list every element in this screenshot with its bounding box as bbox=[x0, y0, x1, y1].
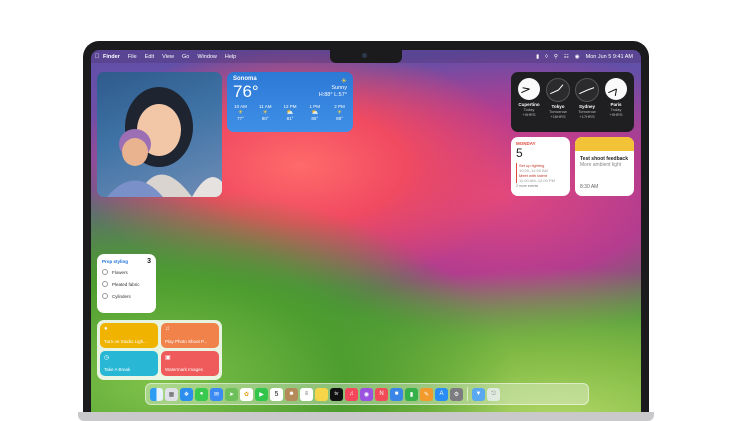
note-subtitle: More ambient light bbox=[580, 162, 622, 168]
clock-tokyo: Tokyo Tomorrow +16HRS bbox=[544, 78, 572, 119]
news-icon[interactable]: N bbox=[375, 387, 388, 401]
timer-icon: ◷ bbox=[104, 355, 110, 361]
pages-icon[interactable]: ✎ bbox=[420, 387, 433, 401]
notes-widget[interactable]: Test shoot feedback More ambient light 8… bbox=[575, 137, 634, 196]
shortcut-take-a-break[interactable]: ◷ Take A Break bbox=[100, 351, 158, 376]
clock-face bbox=[518, 78, 540, 100]
safari-icon[interactable]: ❖ bbox=[180, 387, 193, 401]
world-clock-widget[interactable]: Cupertino Today +0HRS Tokyo Tomorrow +16… bbox=[511, 72, 634, 132]
menu-finder[interactable]: Finder bbox=[103, 54, 120, 60]
reminders-icon[interactable]: ≡ bbox=[300, 387, 313, 401]
photo-icon: ▣ bbox=[165, 355, 171, 361]
weather-temperature: 76° bbox=[233, 82, 259, 101]
menu-help[interactable]: Help bbox=[225, 54, 236, 60]
tv-icon[interactable]: tv bbox=[330, 387, 343, 401]
checkbox-icon[interactable] bbox=[102, 281, 108, 287]
checkbox-icon[interactable] bbox=[102, 293, 108, 299]
mail-icon[interactable]: ✉ bbox=[210, 387, 223, 401]
weather-hour: 10 AM ☀ 77° bbox=[231, 104, 250, 122]
checkbox-icon[interactable] bbox=[102, 269, 108, 275]
weather-hour: 12 PM ⛅ 81° bbox=[281, 104, 300, 122]
messages-icon[interactable]: ● bbox=[195, 387, 208, 401]
search-icon[interactable]: ⚲ bbox=[554, 54, 558, 60]
notes-header bbox=[575, 137, 634, 151]
portrait-photo bbox=[107, 87, 222, 197]
menu-view[interactable]: View bbox=[162, 54, 174, 60]
downloads-folder-icon[interactable]: ▼ bbox=[472, 387, 485, 401]
maps-icon[interactable]: ➤ bbox=[225, 387, 238, 401]
music-note-icon: ♫ bbox=[165, 326, 170, 332]
launchpad-icon[interactable]: ▦ bbox=[165, 387, 178, 401]
dock-separator bbox=[467, 387, 468, 401]
sun-icon: ☀ bbox=[340, 78, 347, 85]
reminder-item[interactable]: Pleated fabric bbox=[102, 281, 140, 287]
calendar-widget[interactable]: MONDAY 5 Set up lighting 10:00–11:00 AM … bbox=[511, 137, 570, 196]
reminder-item[interactable]: Cylinders bbox=[102, 293, 131, 299]
control-center-icon[interactable]: ☷ bbox=[564, 54, 569, 60]
note-time: 8:30 AM bbox=[580, 184, 599, 190]
calendar-icon[interactable]: 5 bbox=[270, 387, 283, 401]
apple-icon[interactable]:  bbox=[91, 54, 103, 60]
clock-cupertino: Cupertino Today +0HRS bbox=[515, 78, 543, 119]
weather-hour: 11 AM ☀ 80° bbox=[256, 104, 275, 122]
calendar-more-events: 2 more events bbox=[516, 184, 539, 188]
shortcut-studio-lights[interactable]: ● Turn on Studio Ligh... bbox=[100, 323, 158, 348]
reminders-title: Prop styling bbox=[102, 259, 129, 264]
menu-go[interactable]: Go bbox=[182, 54, 189, 60]
weather-condition: Sunny bbox=[331, 85, 347, 91]
weather-hour: 1 PM ⛅ 85° bbox=[305, 104, 324, 122]
camera-notch bbox=[330, 50, 402, 63]
weather-hilo: H:88° L:57° bbox=[318, 92, 347, 98]
reminders-count: 3 bbox=[147, 258, 151, 265]
contacts-icon[interactable]: ☻ bbox=[285, 387, 298, 401]
menu-clock[interactable]: Mon Jun 5 9:41 AM bbox=[586, 54, 633, 60]
clock-face bbox=[605, 78, 627, 100]
menu-file[interactable]: File bbox=[128, 54, 137, 60]
wifi-icon[interactable]: ◊ bbox=[545, 54, 548, 60]
siri-icon[interactable]: ◉ bbox=[575, 54, 580, 60]
calendar-event[interactable]: Meet with talent 11:00 AM–12:00 PM bbox=[516, 173, 567, 183]
notes-icon[interactable] bbox=[315, 387, 328, 401]
clock-paris: Paris Today +9HRS bbox=[602, 78, 630, 119]
shortcut-photo-playlist[interactable]: ♫ Play Photo Shoot P... bbox=[161, 323, 219, 348]
app-store-icon[interactable]: A bbox=[435, 387, 448, 401]
podcasts-icon[interactable]: ◉ bbox=[360, 387, 373, 401]
reminder-item[interactable]: Flowers bbox=[102, 269, 128, 275]
menu-window[interactable]: Window bbox=[197, 54, 217, 60]
calendar-daynum: 5 bbox=[516, 146, 523, 160]
battery-icon[interactable]: ▮ bbox=[536, 54, 539, 60]
weather-widget[interactable]: Sonoma 76° ☀ Sunny H:88° L:57° 10 AM ☀ 7… bbox=[227, 72, 353, 132]
shortcut-watermark-images[interactable]: ▣ Watermark Images bbox=[161, 351, 219, 376]
weather-hourly: 10 AM ☀ 77° 11 AM ☀ 80° 12 PM ⛅ 81° 1 PM… bbox=[231, 104, 349, 122]
facetime-icon[interactable]: ▶ bbox=[255, 387, 268, 401]
dock: ▦ ❖ ● ✉ ➤ ✿ ▶ 5 ☻ ≡ tv ♫ ◉ N ■ ▮ ✎ A ⚙ ▼… bbox=[145, 383, 589, 405]
desktop-screen:  Finder File Edit View Go Window Help ▮… bbox=[91, 50, 641, 412]
numbers-icon[interactable]: ▮ bbox=[405, 387, 418, 401]
finder-icon[interactable] bbox=[150, 387, 163, 401]
weather-hour: 2 PM ☀ 88° bbox=[330, 104, 349, 122]
music-icon[interactable]: ♫ bbox=[345, 387, 358, 401]
clock-face bbox=[575, 78, 599, 102]
camera-icon bbox=[362, 53, 367, 58]
photos-widget[interactable] bbox=[97, 72, 222, 197]
reminders-widget[interactable]: Prop styling 3 Flowers Pleated fabric Cy… bbox=[97, 254, 156, 313]
photos-icon[interactable]: ✿ bbox=[240, 387, 253, 401]
clock-sydney: Sydney Tomorrow +17HRS bbox=[573, 78, 601, 119]
shortcuts-widget: ● Turn on Studio Ligh... ♫ Play Photo Sh… bbox=[97, 320, 222, 380]
calendar-event[interactable]: Set up lighting 10:00–11:00 AM bbox=[516, 163, 567, 173]
menu-edit[interactable]: Edit bbox=[145, 54, 154, 60]
lightbulb-icon: ● bbox=[104, 326, 108, 332]
trash-icon[interactable]: ⎋ bbox=[487, 387, 500, 401]
keynote-icon[interactable]: ■ bbox=[390, 387, 403, 401]
laptop-base bbox=[78, 412, 654, 421]
system-settings-icon[interactable]: ⚙ bbox=[450, 387, 463, 401]
clock-face bbox=[546, 78, 570, 102]
